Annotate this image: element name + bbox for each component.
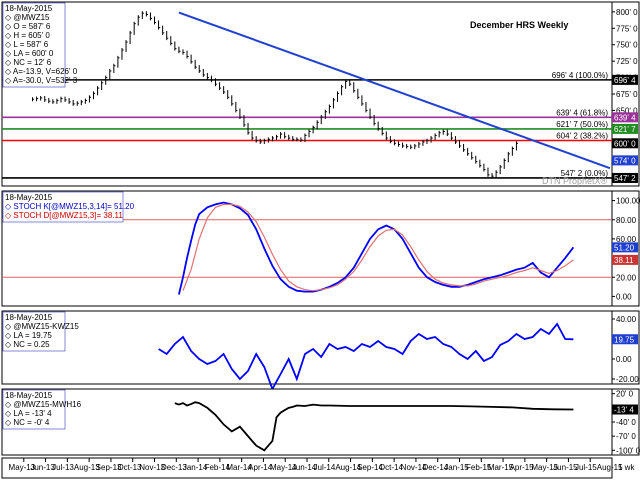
x-axis-corner-label: 1 wk: [618, 463, 635, 472]
info-line: ◇ LA = 19.75: [5, 331, 52, 340]
chart-canvas: 800' 0775' 0750' 0725' 0700' 0675' 0650'…: [1, 1, 640, 479]
info-line: 18-May-2015: [5, 313, 53, 322]
info-line: ◇ STOCH K[@MWZ15,3,14]= 51.20: [5, 202, 135, 211]
info-line: 18-May-2015: [5, 391, 53, 400]
last-value-tag-text: 38.11: [614, 256, 634, 265]
last-value-tag-text: 547' 2: [614, 174, 636, 183]
y-tick-label: 675' 0: [616, 90, 638, 99]
info-line: ◇ LA = 600' 0: [5, 49, 54, 58]
last-value-tag-text: 51.20: [614, 243, 635, 252]
y-tick-label: -40' 0: [616, 418, 636, 427]
y-tick-label: 80.00: [616, 216, 637, 225]
info-line: ◇ A=-30.0, V=532' 3: [5, 76, 78, 85]
panel-frame: [1, 310, 613, 385]
y-tick-label: 100.00: [616, 197, 640, 206]
info-line: ◇ LA = -13' 4: [5, 409, 52, 418]
x-tick-label: Jul-13: [52, 463, 74, 472]
y-tick-label: 0.00: [616, 292, 632, 301]
y-tick-label: 750' 0: [616, 41, 638, 50]
y-tick-label: -100' 0: [616, 446, 640, 455]
last-value-tag-text: 696' 4: [614, 76, 636, 85]
info-line: ◇ NC = -0' 4: [5, 418, 50, 427]
y-tick-label: 20.00: [616, 273, 637, 282]
watermark: DTN ProphetX®: [542, 176, 608, 186]
y-tick-label: -20.00: [616, 375, 639, 384]
last-value-tag-text: 639' 4: [614, 113, 636, 122]
chart-title: December HRS Weekly: [470, 20, 568, 30]
panel-frame: [1, 388, 613, 456]
last-value-tag-text: -13' 4: [614, 406, 634, 415]
chart-panels: 800' 0775' 0750' 0725' 0700' 0675' 0650'…: [1, 1, 640, 456]
info-line: ◇ NC = 12' 6: [5, 58, 52, 67]
info-line: 18-May-2015: [5, 193, 53, 202]
x-tick-label: Jul-15: [575, 463, 597, 472]
info-line: ◇ NC = 0.25: [5, 340, 50, 349]
y-tick-label: 775' 0: [616, 24, 638, 33]
fib-level-label: 696' 4 (100.0%): [552, 71, 609, 80]
y-tick-label: 725' 0: [616, 57, 638, 66]
last-value-tag-text: 600' 0: [614, 139, 636, 148]
panel-stochastics: 100.0080.0060.0040.0020.000.0018-May-201…: [1, 190, 640, 307]
y-tick-label: 0.00: [616, 355, 632, 364]
info-line: ◇ STOCH D[@MWZ15,3]= 38.11: [5, 211, 123, 220]
y-tick-label: -70' 0: [616, 432, 636, 441]
y-tick-label: 800' 0: [616, 8, 638, 17]
panel-price: 800' 0775' 0750' 0725' 0700' 0675' 0650'…: [1, 1, 640, 187]
x-tick-label: Jul-14: [314, 463, 336, 472]
info-line: ◇ @MWZ15-MWH16: [5, 400, 82, 409]
fib-level-label: 639' 4 (61.8%): [556, 108, 608, 117]
y-tick-label: 40.00: [616, 315, 637, 324]
info-line: ◇ @MWZ15: [5, 13, 50, 22]
panel-spread-mwz15-kwz15: 40.0020.000.00-20.0018-May-2015◇ @MWZ15-…: [1, 310, 640, 392]
fib-level-label: 604' 2 (38.2%): [556, 131, 608, 140]
fib-level-label: 621' 7 (50.0%): [556, 120, 608, 129]
info-line: ◇ A=-13.9, V=626' 0: [5, 67, 78, 76]
panel-spread-mwz15-mwh16: 20' 0 -13' 4 -40' 0 -70' 0 -100' 0 18-May-201…: [1, 388, 640, 456]
info-line: 18-May-2015: [5, 4, 53, 13]
info-line: ◇ H = 605' 0: [5, 31, 50, 40]
last-value-tag-text: 574' 0: [614, 156, 636, 165]
last-value-tag-text: 19.75: [614, 335, 635, 344]
info-line: ◇ O = 587' 6: [5, 22, 51, 31]
x-axis: May-13Jun-13Jul-13 Aug-13Sep-13Oct-13Nov-…: [1, 457, 635, 479]
last-value-tag-text: 621' 7: [614, 125, 636, 134]
info-line: ◇ @MWZ15-KWZ15: [5, 322, 79, 331]
info-line: ◇ L = 587' 6: [5, 40, 49, 49]
info-box: 18-May-2015◇ STOCH K[@MWZ15,3,14]= 51.20…: [2, 191, 135, 223]
y-tick-label: 20' 0: [616, 390, 634, 399]
